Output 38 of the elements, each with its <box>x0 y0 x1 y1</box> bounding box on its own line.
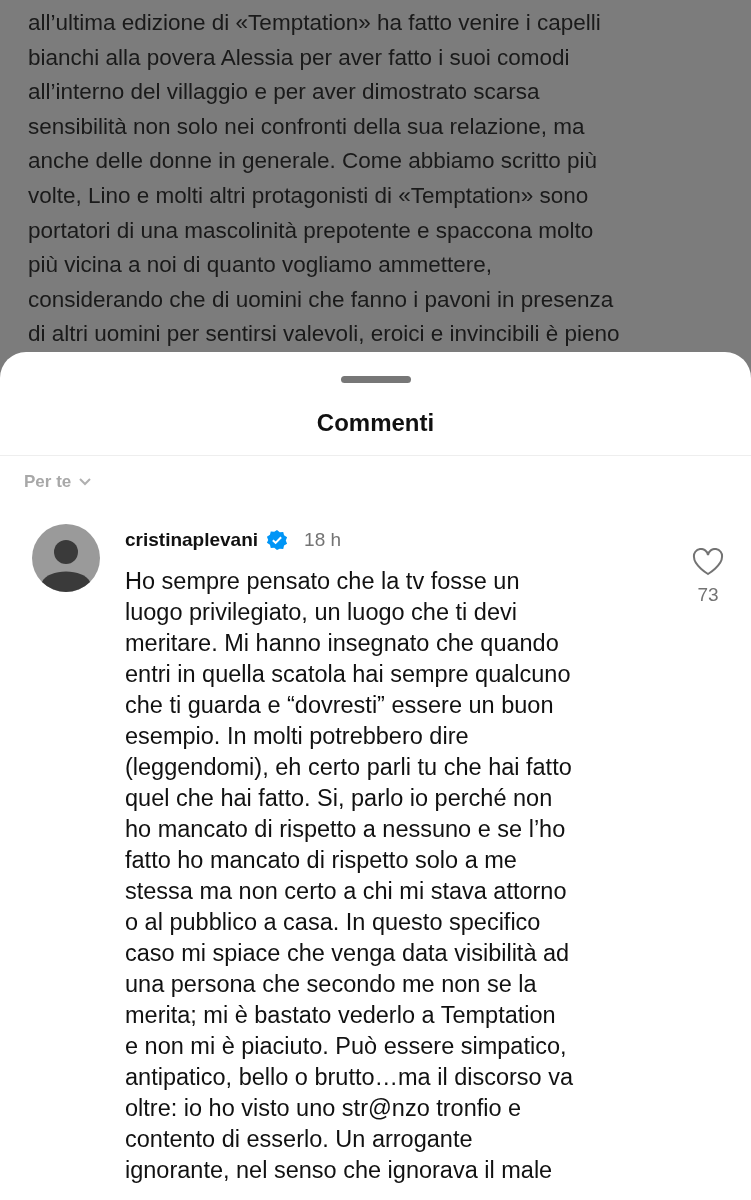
comment-time: 18 h <box>304 529 342 551</box>
comment-text: caso mi spiace che venga data visibilità ad <box>125 939 571 968</box>
article-text: portatori di una mascolinità prepotente e spaccona molto <box>28 216 595 245</box>
avatar[interactable] <box>32 524 100 592</box>
comment-text: antipatico, bello o brutto…ma il discorso va <box>125 1063 575 1092</box>
comment-text: fatto ho mancato di rispetto solo a me <box>125 846 518 875</box>
comment-text: oltre: io ho visto uno str@nzo tronfio e <box>125 1094 523 1123</box>
article-text: sensibilità non solo nei confronti della sua relazione, ma <box>28 112 586 141</box>
comment-text: quel che hai fatto. Si, parlo io perché non <box>125 784 554 813</box>
article-text: volte, Lino e molti altri protagonisti di «Temptation» sono <box>28 181 590 210</box>
article-text: bianchi alla povera Alessia per aver fatto i suoi comodi <box>28 43 571 72</box>
username[interactable]: cristinaplevani <box>125 529 259 551</box>
article-text: anche delle donne in generale. Come abbiamo scritto più <box>28 147 599 176</box>
comment-text: entri in quella scatola hai sempre qualcuno <box>125 660 572 689</box>
comment-text: merita; mi è bastato vederlo a Temptation <box>125 1001 557 1030</box>
comment-text: o al pubblico a casa. In questo specifico <box>125 908 542 937</box>
comment-text: stessa ma non certo a chi mi stava attorno <box>125 877 568 906</box>
sheet-title: Commenti <box>315 409 436 438</box>
comment-text: che ti guarda e “dovresti” essere un buon <box>125 691 555 720</box>
comment-text: luogo privilegiato, un luogo che ti devi <box>125 598 518 627</box>
article-text: all’interno del villaggio e per aver dimostrato scarsa <box>28 78 541 107</box>
comment-text: una persona che secondo me non se la <box>125 970 538 999</box>
comment-text: Ho sempre pensato che la tv fosse un <box>125 567 521 596</box>
comment-text: ignorante, nel senso che ignorava il male <box>125 1156 554 1185</box>
like-count: 73 <box>697 584 719 606</box>
comment-text: esempio. In molti potrebbero dire <box>125 722 470 751</box>
drag-handle[interactable] <box>340 376 411 383</box>
article-text: considerando che di uomini che fanno i pavoni in presenza <box>28 285 615 314</box>
caret-icon <box>79 478 92 486</box>
article-text: più vicina a noi di quanto vogliamo ammettere, <box>28 251 493 280</box>
comment-text: contento di esserlo. Un arrogante <box>125 1125 474 1154</box>
comment-text: ho mancato di rispetto a nessuno e se l’ho <box>125 815 567 844</box>
heart-icon[interactable] <box>692 548 724 576</box>
comment-text: e non mi è piaciuto. Può essere simpatico, <box>125 1032 568 1061</box>
article-text: di altri uomini per sentirsi valevoli, eroici e invincibili è pieno <box>28 320 621 349</box>
article-text: all’ultima edizione di «Temptation» ha fatto venire i capelli <box>28 9 602 37</box>
comment-text: (leggendomi), eh certo parli tu che hai fatto <box>125 753 573 782</box>
comment-text: meritare. Mi hanno insegnato che quando <box>125 629 560 658</box>
